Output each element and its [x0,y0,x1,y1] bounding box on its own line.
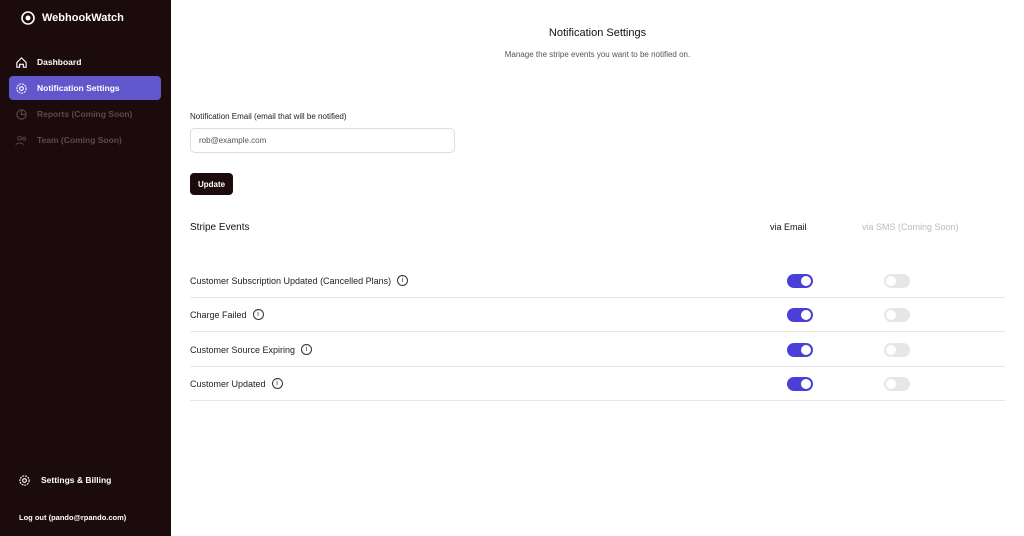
info-icon[interactable]: i [397,275,409,286]
settings-label: Settings & Billing [41,475,112,485]
event-label: Customer Source Expiring [190,344,296,355]
sidebar-item-dashboard[interactable]: Dashboard [9,50,161,74]
users-icon [15,135,27,145]
event-row: Charge Failed i [190,298,1005,332]
page-title: Notification Settings [548,27,647,39]
logout-label: Log out (pando@rpando.com) [19,512,127,522]
sidebar-item-label: Team (Coming Soon) [37,135,122,145]
info-icon[interactable]: i [271,378,283,389]
sms-toggle[interactable] [884,376,910,391]
gear-icon [19,474,30,486]
update-button[interactable]: Update [190,173,233,195]
column-email: via Email [770,222,807,232]
email-toggle[interactable] [787,307,813,322]
event-row: Customer Updated i [190,367,1005,401]
main-content: Notification Settings Manage the stripe … [171,0,1024,536]
events-heading: Stripe Events [190,222,250,233]
sms-toggle[interactable] [884,273,910,288]
event-row: Customer Subscription Updated (Cancelled… [190,264,1005,298]
column-sms: via SMS (Coming Soon) [862,222,959,232]
sidebar-item-notification-settings[interactable]: Notification Settings [9,76,161,100]
sms-toggle[interactable] [884,342,910,357]
info-icon[interactable]: i [252,309,264,320]
settings-billing-link[interactable]: Settings & Billing [9,468,161,492]
sidebar-item-label: Dashboard [37,57,82,67]
logout-link[interactable]: Log out (pando@rpando.com) [9,505,161,529]
event-label: Customer Subscription Updated (Cancelled… [190,275,392,286]
email-toggle[interactable] [787,342,813,357]
sidebar-item-label: Reports (Coming Soon) [37,109,133,119]
sidebar: WebhookWatch Dashboard Notification Sett… [0,0,171,536]
pie-chart-icon [16,108,27,120]
app-name: WebhookWatch [42,12,124,24]
email-toggle[interactable] [787,376,813,391]
event-row: Customer Source Expiring i [190,333,1005,367]
sms-toggle[interactable] [884,307,910,322]
page-subtitle: Manage the stripe events you want to be … [504,50,691,59]
logo-icon [21,11,35,25]
brand[interactable]: WebhookWatch [20,10,124,26]
email-field[interactable] [190,128,455,153]
sidebar-item-team[interactable]: Team (Coming Soon) [9,128,161,152]
sidebar-item-reports[interactable]: Reports (Coming Soon) [9,102,161,126]
home-icon [16,56,27,68]
email-label: Notification Email (email that will be n… [190,112,347,121]
email-toggle[interactable] [787,273,813,288]
gear-icon [16,82,27,94]
sidebar-item-label: Notification Settings [37,83,120,93]
event-label: Charge Failed [190,309,247,320]
info-icon[interactable]: i [301,344,313,355]
event-label: Customer Updated [190,378,266,389]
